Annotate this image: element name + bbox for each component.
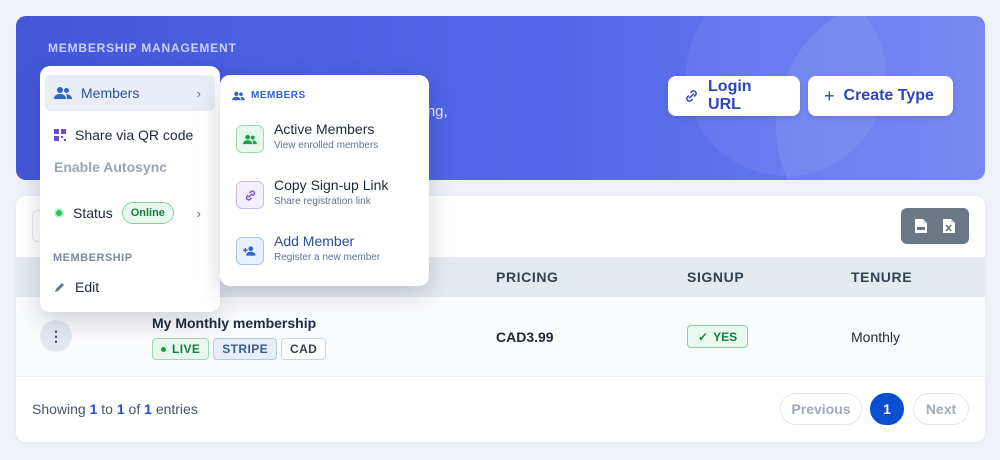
users-icon [232,91,245,100]
currency-badge: CAD [281,338,327,360]
menu-item-status-label: Status [73,205,113,221]
menu-item-status[interactable]: Status Online › [45,195,215,231]
price-cell: CAD3.99 [496,329,554,345]
create-type-label: Create Type [843,87,934,104]
membership-badges: LIVE STRIPE CAD [152,338,327,360]
row-context-menu: Members › Share via QR code Enable Autos… [40,66,220,312]
link-icon [236,181,264,209]
menu-item-autosync-label: Enable Autosync [54,159,168,175]
column-header-tenure: TENURE [851,269,913,285]
column-header-pricing: PRICING [496,269,559,285]
tenure-cell: Monthly [851,329,901,345]
users-icon [54,87,72,99]
menu-item-members[interactable]: Members › [45,75,215,111]
submenu-item-copy-signup-link[interactable]: Copy Sign-up Link Share registration lin… [236,177,426,217]
live-label: LIVE [172,342,201,356]
submenu-heading-label: MEMBERS [251,90,306,101]
menu-section-membership: MEMBERSHIP [53,252,133,264]
submenu-item-subtitle: View enrolled members [274,140,379,151]
submenu-item-title: Copy Sign-up Link [274,177,389,193]
menu-item-edit[interactable]: Edit [45,269,215,305]
submenu-heading: MEMBERS [232,90,306,101]
submenu-item-add-member[interactable]: Add Member Register a new member [236,233,426,273]
chevron-right-icon: › [196,205,201,221]
pencil-icon [55,283,64,292]
link-icon [686,90,697,102]
menu-item-share-qr-label: Share via QR code [75,127,194,143]
plus-icon: + [824,85,835,106]
column-header-signup: SIGNUP [687,269,745,285]
signup-badge: ✓ YES [687,325,749,348]
pagination-page-1[interactable]: 1 [870,393,904,425]
add-user-icon [236,237,264,265]
members-submenu: MEMBERS Active Members View enrolled mem… [220,75,429,286]
qr-code-icon [54,129,66,141]
submenu-item-subtitle: Register a new member [274,252,381,263]
pagination-next[interactable]: Next [913,393,969,425]
row-actions-button[interactable]: ⋮ [40,320,72,352]
menu-item-members-label: Members [81,85,140,101]
status-online-dot-icon [54,208,64,218]
check-icon: ✓ [698,329,709,344]
login-url-label: Login URL [708,78,752,113]
live-dot-icon [161,346,166,352]
create-type-button[interactable]: + Create Type [808,76,953,116]
export-button-group [901,208,969,244]
gateway-badge: STRIPE [213,338,278,360]
chevron-right-icon: › [196,85,201,101]
submenu-item-title: Active Members [274,121,375,137]
submenu-item-subtitle: Share registration link [274,196,371,207]
users-icon [236,125,264,153]
signup-label: YES [713,329,738,344]
membership-name: My Monthly membership [152,315,317,331]
page-eyebrow: MEMBERSHIP MANAGEMENT [48,41,237,55]
submenu-item-active-members[interactable]: Active Members View enrolled members [236,121,426,161]
excel-file-icon[interactable] [942,218,956,234]
status-online-badge: Online [121,202,174,224]
menu-item-enable-autosync: Enable Autosync [45,149,215,185]
status-badge: LIVE [152,338,210,360]
pagination-previous[interactable]: Previous [780,393,862,425]
submenu-item-title: Add Member [274,233,355,249]
login-url-button[interactable]: Login URL [668,76,800,116]
csv-file-icon[interactable] [914,218,928,234]
menu-item-share-qr[interactable]: Share via QR code [45,117,215,153]
menu-item-edit-label: Edit [75,279,100,295]
entries-summary: Showing 1 to 1 of 1 entries [32,401,198,417]
